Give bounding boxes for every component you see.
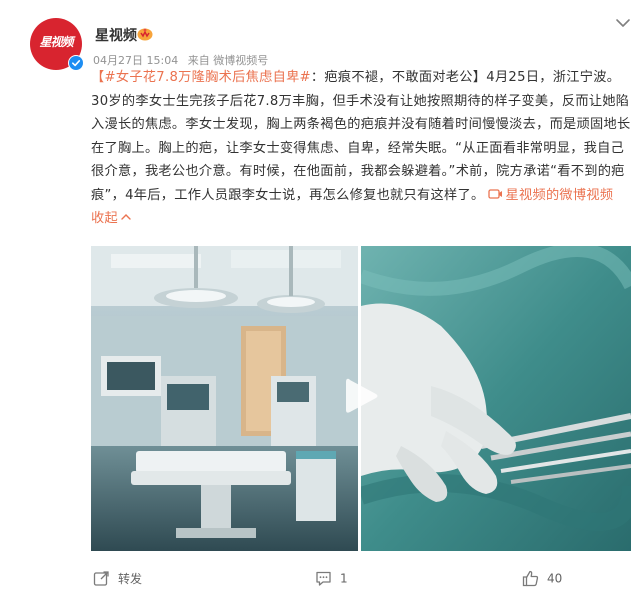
chevron-up-icon — [121, 214, 131, 220]
repost-button[interactable]: 转发 — [93, 570, 142, 587]
avatar[interactable]: 星视频 — [30, 18, 84, 71]
verified-badge-icon — [68, 55, 84, 71]
post-text: 【#女子花7.8万隆胸术后焦虑自卑#：疤痕不褪，不敢面对老公】4月25日，浙江宁… — [91, 66, 631, 231]
repost-label: 转发 — [118, 572, 143, 586]
weibo-post-card: 星视频 星视频 04月27日 15:04 来自 微博视频号 【#女子花7.8万隆… — [0, 0, 644, 599]
topic-hashtag-link[interactable]: 【#女子花7.8万隆胸术后焦虑自卑# — [91, 70, 311, 85]
comment-button[interactable]: 1 — [315, 570, 348, 587]
avatar-logo-text: 星视频 — [39, 35, 73, 49]
video-link-icon — [488, 188, 503, 199]
thumb-up-icon — [522, 570, 539, 587]
comment-count: 1 — [340, 571, 348, 586]
video-link-label: 星视频的微博视频 — [505, 187, 614, 203]
video-thumbnail[interactable] — [91, 246, 631, 551]
post-body: ：疤痕不褪，不敢面对老公】4月25日，浙江宁波。30岁的李女士生完孩子后花7.8… — [91, 70, 631, 203]
chevron-down-icon[interactable] — [614, 14, 632, 27]
share-icon — [93, 571, 109, 586]
video-link[interactable]: 星视频的微博视频 — [484, 188, 613, 203]
collapse-label: 收起 — [91, 211, 118, 226]
surgical-instruments-image — [361, 246, 631, 551]
username[interactable]: 星视频 — [95, 25, 137, 45]
operating-room-image — [91, 246, 358, 551]
comment-icon — [316, 571, 331, 586]
like-button[interactable]: 40 — [522, 570, 562, 587]
play-icon[interactable] — [343, 376, 379, 416]
collapse-button[interactable]: 收起 — [91, 211, 132, 226]
post-actions-bar: 转发 1 40 — [0, 560, 644, 599]
like-count: 40 — [547, 571, 563, 586]
vip-badge-icon — [137, 26, 153, 41]
